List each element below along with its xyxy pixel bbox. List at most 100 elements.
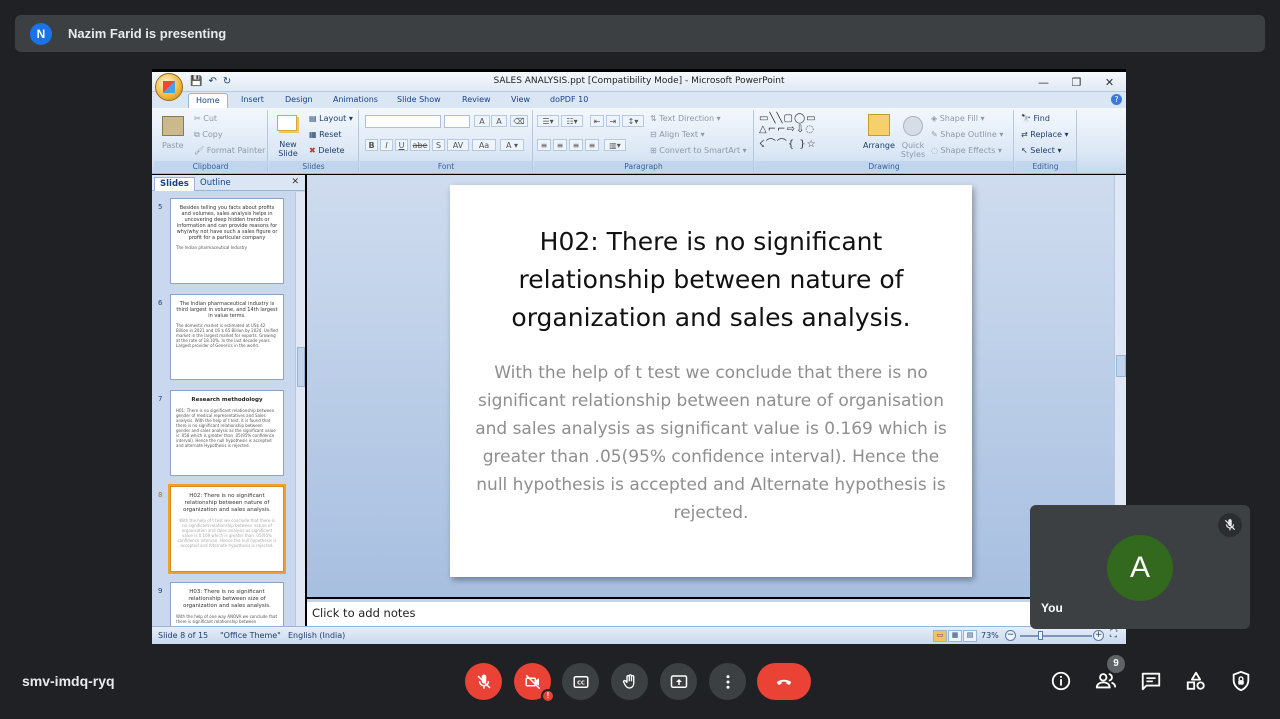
change-case-button[interactable]: Aa	[472, 139, 496, 151]
decrease-indent-button[interactable]: ⇤	[590, 115, 604, 127]
scrollbar-thumb[interactable]	[297, 347, 305, 387]
normal-view-icon[interactable]: ▭	[933, 630, 947, 642]
tab-insert[interactable]: Insert	[234, 93, 271, 108]
toggle-mic-button[interactable]	[465, 663, 502, 700]
close-panel-icon[interactable]: ✕	[291, 177, 299, 187]
restore-icon[interactable]: ❐	[1060, 72, 1093, 92]
zoom-out-icon[interactable]: −	[1005, 630, 1016, 641]
shape-effects-button[interactable]: ◌ Shape Effects ▾	[931, 146, 1002, 155]
slide-title[interactable]: H02: There is no significant relationshi…	[480, 223, 942, 337]
zoom-in-icon[interactable]: +	[1093, 630, 1104, 641]
bullets-button[interactable]: ☰▾	[537, 115, 559, 127]
thumbnail-title: Besides telling you facts about profits …	[176, 205, 278, 241]
raise-hand-button[interactable]	[611, 663, 648, 700]
italic-button[interactable]: I	[380, 139, 393, 151]
shape-outline-button[interactable]: ✎ Shape Outline ▾	[931, 130, 1003, 139]
clear-format-button[interactable]: ⌫	[510, 115, 528, 127]
slide-thumbnail-6[interactable]: The Indian pharmaceutical industry is th…	[170, 294, 284, 380]
font-color-button[interactable]: A ▾	[500, 139, 524, 151]
minimize-icon[interactable]: —	[1027, 72, 1060, 92]
slide-thumbnail-9[interactable]: H03: There is no significant relationshi…	[170, 582, 284, 626]
tab-outline[interactable]: Outline	[195, 177, 236, 191]
current-slide[interactable]: H02: There is no significant relationshi…	[450, 185, 972, 577]
thumbnails-scrollbar[interactable]	[295, 192, 305, 626]
delete-label: Delete	[318, 146, 345, 155]
tab-slides[interactable]: Slides	[154, 177, 195, 191]
quick-styles-button[interactable]: Quick Styles	[900, 141, 926, 159]
zoom-level[interactable]: 73%	[981, 631, 999, 640]
text-direction-button[interactable]: ⇅ Text Direction ▾	[650, 114, 721, 123]
tab-dopdf[interactable]: doPDF 10	[543, 93, 595, 108]
captions-button[interactable]: CC	[562, 663, 599, 700]
align-center-button[interactable]: ≡	[553, 139, 567, 151]
justify-button[interactable]: ≡	[585, 139, 599, 151]
columns-button[interactable]: ▥▾	[604, 139, 626, 151]
language-indicator[interactable]: English (India)	[288, 631, 345, 640]
convert-smartart-button[interactable]: ⊞ Convert to SmartArt ▾	[650, 146, 747, 155]
help-icon[interactable]: ?	[1111, 94, 1122, 105]
bold-button[interactable]: B	[365, 139, 378, 151]
paste-button[interactable]: Paste	[162, 141, 184, 150]
quick-styles-icon[interactable]	[903, 116, 923, 136]
copy-button[interactable]: ⧉ Copy	[194, 130, 223, 140]
align-text-button[interactable]: ⊟ Align Text ▾	[650, 130, 705, 139]
new-slide-button[interactable]: New Slide	[275, 140, 301, 158]
layout-button[interactable]: ▤ Layout ▾	[309, 114, 353, 123]
notes-pane[interactable]: Click to add notes	[307, 599, 1114, 626]
select-button[interactable]: ↖ Select ▾	[1021, 146, 1062, 155]
arrange-button[interactable]: Arrange	[863, 141, 895, 150]
tab-home[interactable]: Home	[188, 93, 228, 108]
replace-button[interactable]: ⇄ Replace ▾	[1021, 130, 1068, 139]
align-left-button[interactable]: ≡	[537, 139, 551, 151]
delete-button[interactable]: ✖ Delete	[309, 146, 345, 155]
format-painter-button[interactable]: 🖌 Format Painter	[194, 146, 265, 155]
toggle-camera-button[interactable]: !	[514, 663, 555, 703]
self-video-tile[interactable]: A You	[1030, 505, 1250, 629]
host-controls-button[interactable]	[1228, 668, 1254, 694]
tab-design[interactable]: Design	[278, 93, 320, 108]
underline-button[interactable]: U	[395, 139, 408, 151]
line-spacing-button[interactable]: ↕▾	[622, 115, 644, 127]
cut-button[interactable]: ✂ Cut	[194, 114, 217, 123]
grow-font-button[interactable]: A	[474, 115, 490, 127]
zoom-slider[interactable]	[1020, 635, 1092, 637]
strikethrough-button[interactable]: abe	[410, 139, 430, 151]
tab-animations[interactable]: Animations	[326, 93, 385, 108]
find-button[interactable]: 🔭 Find	[1021, 114, 1050, 123]
char-spacing-button[interactable]: AV	[447, 139, 469, 151]
zoom-slider-knob[interactable]	[1038, 631, 1043, 640]
shadow-button[interactable]: S	[432, 139, 445, 151]
chat-button[interactable]	[1138, 668, 1164, 694]
sorter-view-icon[interactable]: ▦	[948, 630, 962, 642]
new-slide-icon[interactable]	[277, 115, 297, 131]
close-icon[interactable]: ✕	[1093, 72, 1126, 92]
shrink-font-button[interactable]: A	[491, 115, 507, 127]
meeting-details-button[interactable]	[1048, 668, 1074, 694]
shape-fill-button[interactable]: ◈ Shape Fill ▾	[931, 114, 985, 123]
tab-slide-show[interactable]: Slide Show	[390, 93, 448, 108]
activities-button[interactable]	[1183, 668, 1209, 694]
slide-thumbnail-5[interactable]: Besides telling you facts about profits …	[170, 198, 284, 284]
arrange-icon[interactable]	[868, 114, 890, 136]
scrollbar-thumb[interactable]	[1116, 355, 1126, 377]
slide-thumbnail-7[interactable]: Research methodology H01: There is no si…	[170, 390, 284, 476]
slide-body[interactable]: With the help of t test we conclude that…	[468, 359, 954, 527]
increase-indent-button[interactable]: ⇥	[606, 115, 620, 127]
more-options-button[interactable]	[709, 663, 746, 700]
slide-thumbnail-8[interactable]: H02: There is no significant relationshi…	[168, 484, 286, 574]
numbering-button[interactable]: ☷▾	[561, 115, 583, 127]
present-button[interactable]	[660, 663, 697, 700]
leave-call-button[interactable]	[757, 663, 811, 700]
font-size-combo[interactable]	[444, 115, 470, 128]
shapes-gallery-icon[interactable]: ▭╲╲▢◯▭ △⌐⌐⇨⇩◌ ☇⌒⌒{ }☆	[759, 113, 817, 150]
paste-icon[interactable]	[162, 116, 184, 136]
align-right-button[interactable]: ≡	[569, 139, 583, 151]
reset-button[interactable]: ▦ Reset	[309, 130, 341, 139]
slideshow-view-icon[interactable]: ▤	[963, 630, 977, 642]
tab-view[interactable]: View	[504, 93, 537, 108]
thumbnail-title: H03: There is no significant relationshi…	[183, 589, 271, 609]
office-button[interactable]	[155, 73, 183, 101]
font-name-combo[interactable]	[365, 115, 441, 128]
tab-review[interactable]: Review	[455, 93, 498, 108]
fit-to-window-icon[interactable]: ⛶	[1110, 629, 1117, 640]
